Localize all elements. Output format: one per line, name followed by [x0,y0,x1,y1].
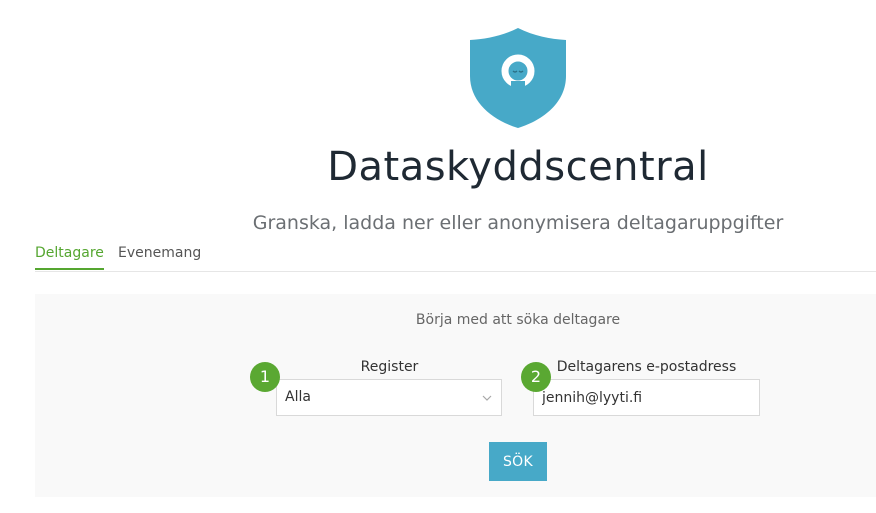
chevron-down-icon [482,395,492,401]
register-label: Register [360,359,419,375]
email-input[interactable] [533,379,760,416]
register-select[interactable]: Alla [276,379,502,416]
email-label: Deltagarens e-postadress [556,359,737,375]
page: Dataskyddscentral Granska, ladda ner ell… [0,0,876,513]
search-button[interactable]: SÖK [489,442,547,481]
shield-logo-icon [470,28,566,128]
page-title: Dataskyddscentral [327,144,709,190]
tab-bar: Deltagare Evenemang [35,244,876,272]
search-hint: Börja med att söka deltagare [415,312,621,328]
search-panel: Börja med att söka deltagare Register De… [35,294,876,497]
step-badge-1: 1 [250,362,280,392]
tab-deltagare[interactable]: Deltagare [35,244,104,270]
register-select-value: Alla [285,389,311,405]
step-badge-2: 2 [521,362,551,392]
tab-evenemang[interactable]: Evenemang [118,244,201,270]
page-subtitle: Granska, ladda ner eller anonymisera del… [252,212,784,234]
